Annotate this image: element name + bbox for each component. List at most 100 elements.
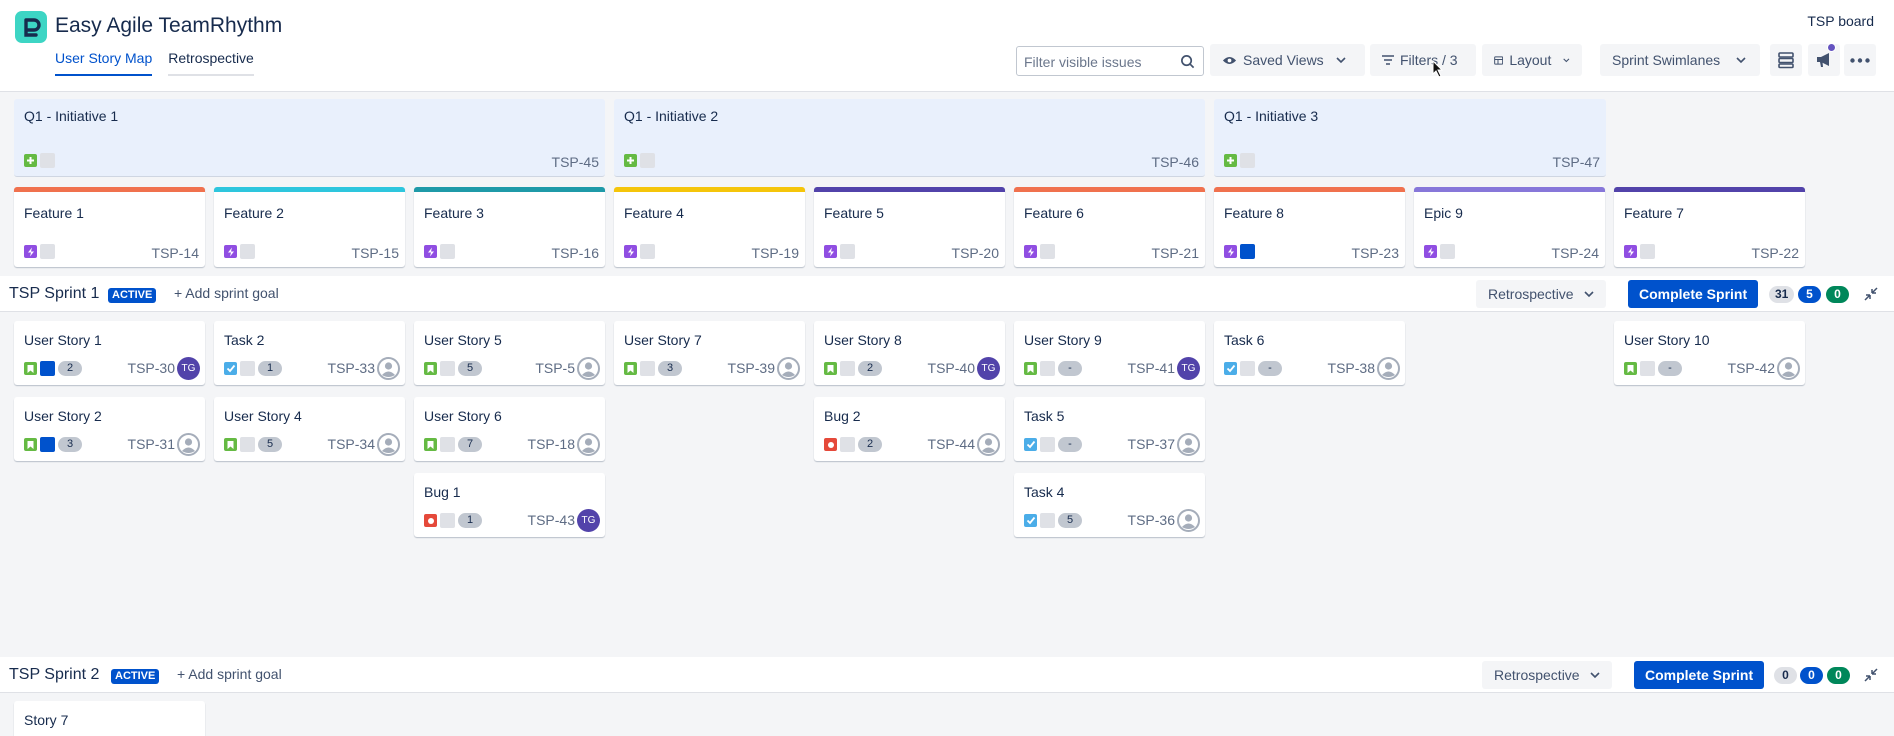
story-card[interactable]: User Story 5 5 TSP-5 (414, 321, 605, 385)
story-card[interactable]: User Story 1 2 TSP-30 TG (14, 321, 205, 385)
more-actions-button[interactable] (1844, 44, 1876, 76)
story-card[interactable]: Task 2 1 TSP-33 (214, 321, 405, 385)
layout-button[interactable]: Layout (1482, 44, 1582, 76)
story-card[interactable]: User Story 4 5 TSP-34 (214, 397, 405, 461)
card-title: Task 4 (1024, 484, 1065, 500)
issue-key: TSP-46 (1151, 154, 1199, 170)
collapse-icon[interactable] (1862, 285, 1880, 303)
tab-user-story-map[interactable]: User Story Map (55, 50, 153, 76)
epic-type-icon (1224, 245, 1237, 258)
complete-sprint-button[interactable]: Complete Sprint (1628, 280, 1759, 308)
feature-card[interactable]: Epic 9 TSP-24 (1414, 187, 1605, 267)
feature-card[interactable]: Feature 2 TSP-15 (214, 187, 405, 267)
filter-issues-input[interactable] (1024, 52, 1174, 72)
assignee-avatar[interactable]: TG (977, 357, 1000, 380)
swimlanes-button[interactable]: Sprint Swimlanes (1600, 44, 1760, 76)
unassigned-avatar-icon[interactable] (377, 433, 400, 456)
swimlanes-label: Sprint Swimlanes (1612, 52, 1721, 68)
story-card[interactable]: User Story 6 7 TSP-18 (414, 397, 605, 461)
assignee-avatar[interactable]: TG (577, 509, 600, 532)
story-type-icon (24, 438, 37, 451)
unassigned-avatar-icon[interactable] (577, 357, 600, 380)
chevron-down-icon (1336, 56, 1346, 63)
saved-views-label: Saved Views (1243, 52, 1324, 68)
filter-issues-search (1016, 46, 1204, 76)
card-title: User Story 2 (24, 408, 102, 424)
rows-view-button[interactable] (1770, 44, 1802, 76)
filters-button[interactable]: Filters / 3 (1370, 44, 1476, 76)
story-card[interactable]: User Story 10 - TSP-42 (1614, 321, 1805, 385)
initiative-card[interactable]: Q1 - Initiative 1 TSP-45 (14, 99, 605, 177)
issue-key: TSP-36 (1127, 512, 1175, 528)
assignee-avatar[interactable]: TG (1177, 357, 1200, 380)
story-card[interactable]: Task 4 5 TSP-36 (1014, 473, 1205, 537)
add-sprint-goal-button[interactable]: + Add sprint goal (177, 666, 282, 682)
initiative-title: Q1 - Initiative 1 (24, 108, 119, 124)
feature-card[interactable]: Feature 1 TSP-14 (14, 187, 205, 267)
story-points-badge: - (1258, 361, 1282, 376)
app-title: Easy Agile TeamRhythm (55, 14, 283, 37)
retrospective-button[interactable]: Retrospective (1482, 661, 1612, 689)
todo-count: 31 (1769, 286, 1795, 303)
complete-sprint-button[interactable]: Complete Sprint (1634, 661, 1765, 689)
feature-card[interactable]: Feature 7 TSP-22 (1614, 187, 1805, 267)
unassigned-avatar-icon[interactable] (1377, 357, 1400, 380)
add-sprint-goal-label: Add sprint goal (188, 666, 282, 682)
priority-placeholder (40, 244, 55, 259)
filter-icon (1382, 55, 1394, 65)
in-progress-count: 0 (1800, 667, 1823, 684)
story-card[interactable]: Bug 1 1 TSP-43 TG (414, 473, 605, 537)
story-points-badge: 2 (858, 361, 882, 376)
story-type-icon (424, 362, 437, 375)
feature-card[interactable]: Feature 5 TSP-20 (814, 187, 1005, 267)
story-points-badge: 3 (658, 361, 682, 376)
initiative-title: Q1 - Initiative 2 (624, 108, 719, 124)
unassigned-avatar-icon[interactable] (577, 433, 600, 456)
story-card[interactable]: Task 6 - TSP-38 (1214, 321, 1405, 385)
priority-placeholder (1640, 361, 1655, 376)
megaphone-icon (1817, 53, 1829, 67)
story-card[interactable]: Bug 2 2 TSP-44 (814, 397, 1005, 461)
story-card[interactable]: Story 7 (14, 701, 205, 736)
unassigned-avatar-icon[interactable] (977, 433, 1000, 456)
unassigned-avatar-icon[interactable] (1177, 509, 1200, 532)
story-points-badge: 5 (258, 437, 282, 452)
priority-placeholder (640, 244, 655, 259)
tab-retrospective[interactable]: Retrospective (168, 50, 254, 76)
unassigned-avatar-icon[interactable] (1177, 433, 1200, 456)
story-card[interactable]: User Story 7 3 TSP-39 (614, 321, 805, 385)
saved-views-button[interactable]: Saved Views (1210, 44, 1365, 76)
done-count: 0 (1827, 667, 1850, 684)
feature-card[interactable]: Feature 8 TSP-23 (1214, 187, 1405, 267)
unassigned-avatar-icon[interactable] (777, 357, 800, 380)
story-points-badge: - (1058, 437, 1082, 452)
story-card[interactable]: User Story 9 - TSP-41 TG (1014, 321, 1205, 385)
add-sprint-goal-button[interactable]: + Add sprint goal (174, 285, 279, 301)
issue-key: TSP-33 (327, 360, 375, 376)
story-card[interactable]: User Story 2 3 TSP-31 (14, 397, 205, 461)
assignee-avatar[interactable]: TG (177, 357, 200, 380)
epic-type-icon (1624, 245, 1637, 258)
sprint-name: TSP Sprint 2 (9, 666, 100, 683)
chevron-down-icon (1590, 671, 1600, 678)
feature-card[interactable]: Feature 3 TSP-16 (414, 187, 605, 267)
unassigned-avatar-icon[interactable] (1777, 357, 1800, 380)
collapse-icon[interactable] (1862, 666, 1880, 684)
epic-type-icon (1424, 245, 1437, 258)
feature-card[interactable]: Feature 4 TSP-19 (614, 187, 805, 267)
feature-card[interactable]: Feature 6 TSP-21 (1014, 187, 1205, 267)
retrospective-button[interactable]: Retrospective (1476, 280, 1606, 308)
card-title: User Story 1 (24, 332, 102, 348)
announcements-button[interactable] (1808, 43, 1840, 76)
story-points-badge: 2 (58, 361, 82, 376)
feature-title: Feature 7 (1624, 205, 1684, 221)
initiative-card[interactable]: Q1 - Initiative 2 TSP-46 (614, 99, 1205, 177)
story-card[interactable]: Task 5 - TSP-37 (1014, 397, 1205, 461)
priority-placeholder (440, 437, 455, 452)
unassigned-avatar-icon[interactable] (177, 433, 200, 456)
story-card[interactable]: User Story 8 2 TSP-40 TG (814, 321, 1005, 385)
unassigned-avatar-icon[interactable] (377, 357, 400, 380)
initiative-card[interactable]: Q1 - Initiative 3 TSP-47 (1214, 99, 1606, 177)
initiative-type-icon (1224, 154, 1237, 167)
issue-key: TSP-20 (951, 245, 999, 261)
